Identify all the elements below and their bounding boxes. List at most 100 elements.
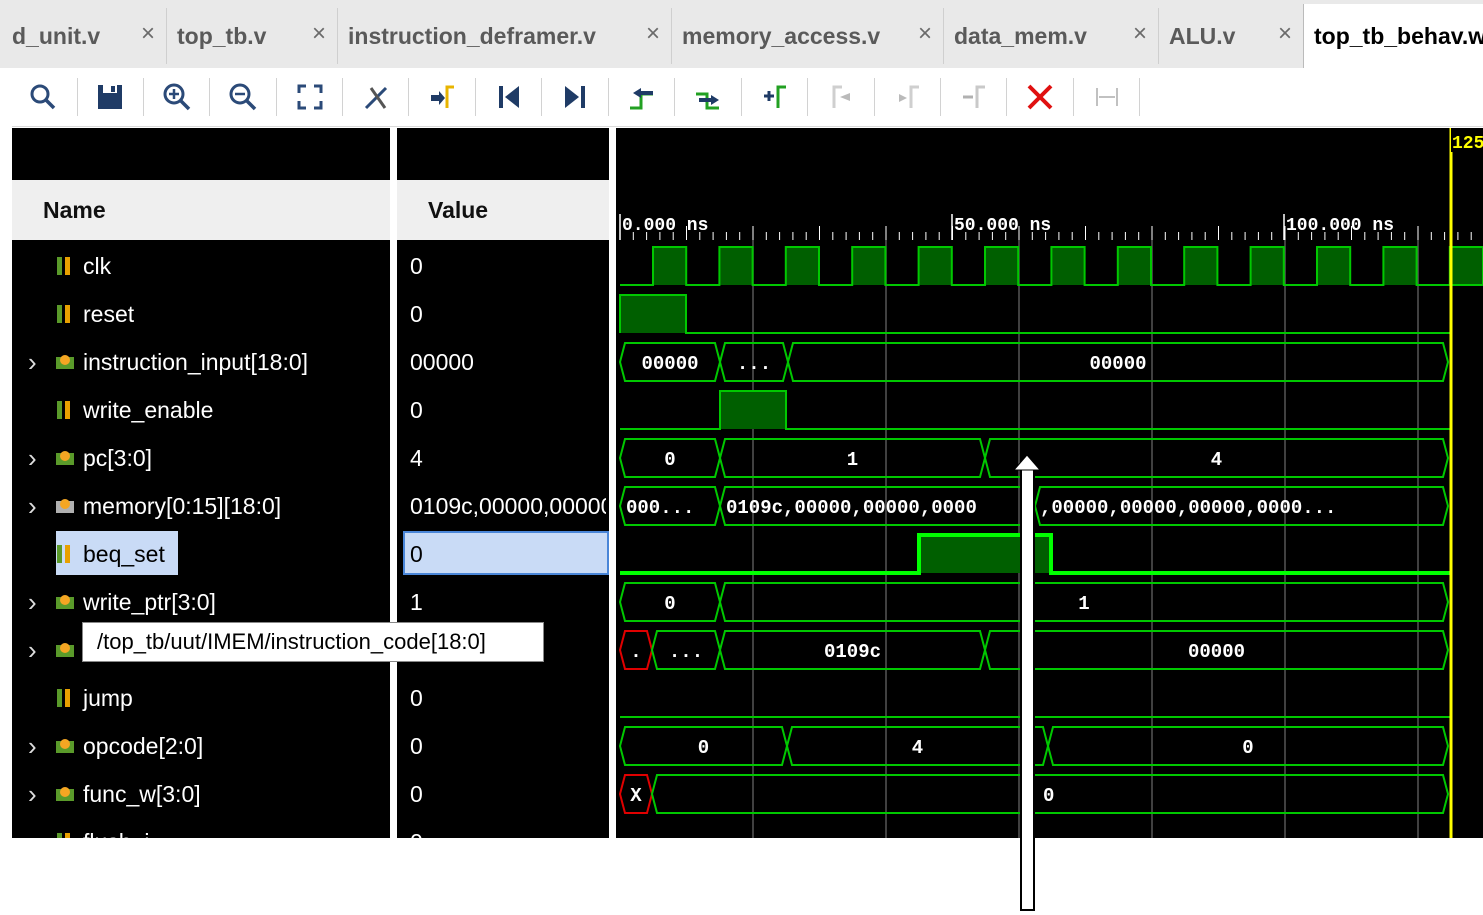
previous-marker-icon[interactable] <box>819 75 863 119</box>
signal-value: 0 <box>410 300 423 327</box>
signal-name: jump <box>83 684 133 711</box>
chevron-right-icon[interactable]: › <box>28 347 37 378</box>
close-icon[interactable]: × <box>646 20 660 48</box>
name-column-header[interactable]: Name <box>12 180 390 240</box>
bus-value-label: 4 <box>1211 449 1222 471</box>
bus-value-label: 0109c <box>824 641 881 663</box>
waveform-splitter[interactable] <box>609 128 616 838</box>
signal-name: clk <box>83 252 112 279</box>
bus-value-label: X <box>630 785 642 807</box>
chevron-right-icon[interactable]: › <box>28 779 37 810</box>
bus-value-label: 1 <box>1078 593 1089 615</box>
bus-value-label: 4 <box>912 737 923 759</box>
next-transition-icon[interactable] <box>686 75 730 119</box>
swap-cursors-icon[interactable] <box>952 75 996 119</box>
annotation-arrow-head <box>1012 454 1042 471</box>
previous-transition-icon[interactable] <box>620 75 664 119</box>
add-marker-icon[interactable] <box>753 75 797 119</box>
bus-icon <box>54 735 76 757</box>
signal-value: 0 <box>410 396 423 423</box>
bit-high-fill <box>1051 247 1085 285</box>
cursor-time-label: 125 <box>1452 134 1483 154</box>
signal-row[interactable]: › memory[0:15][18:0] 0109c,00000,00000 <box>0 484 609 528</box>
chevron-right-icon[interactable]: › <box>28 635 37 666</box>
close-icon[interactable]: × <box>141 20 155 48</box>
signal-name: write_enable <box>83 396 214 423</box>
bit-high-fill <box>1184 247 1218 285</box>
signal-name: reset <box>83 300 135 327</box>
signal-row[interactable]: reset 0 <box>0 292 609 336</box>
go-to-cursor-icon[interactable] <box>420 75 464 119</box>
annotation-arrow-shaft <box>1020 467 1035 838</box>
bus-value-label: 0 <box>1242 737 1253 759</box>
signal-row[interactable]: write_enable 0 <box>0 388 609 432</box>
time-label: 0.000 ns <box>622 216 708 236</box>
go-to-last-time-icon[interactable] <box>553 75 597 119</box>
waveform-canvas[interactable]: 0.000 ns 50.000 ns 100.000 ns 00000... 00000… <box>616 128 1483 838</box>
next-marker-icon[interactable] <box>886 75 930 119</box>
bit-high-fill <box>1383 247 1417 285</box>
waveform-toolbar <box>0 68 1483 127</box>
bit-icon <box>54 303 76 325</box>
marker-interval-icon[interactable] <box>1085 75 1129 119</box>
go-to-time-zero-icon[interactable] <box>487 75 531 119</box>
bit-high-fill <box>620 295 686 333</box>
bus-icon <box>54 351 76 373</box>
signal-row[interactable]: › write_ptr[3:0] 1 <box>0 580 609 624</box>
bus-value-label: 000... <box>626 497 694 519</box>
tab-data-mem[interactable]: data_mem.v × <box>943 8 1157 64</box>
array-icon <box>54 495 76 517</box>
bit-high-fill <box>1449 247 1483 285</box>
tab-instruction-deframer[interactable]: instruction_deframer.v × <box>337 8 670 64</box>
signal-name: opcode[2:0] <box>83 732 204 759</box>
signal-value: 00000 <box>410 348 474 375</box>
delete-markers-icon[interactable] <box>1018 75 1062 119</box>
bit-icon <box>54 399 76 421</box>
bus-value-label: 0 <box>664 449 675 471</box>
bit-icon <box>54 543 76 565</box>
search-icon[interactable] <box>21 75 65 119</box>
signal-value: 1 <box>410 588 423 615</box>
bottom-margin <box>0 838 1483 915</box>
zoom-in-icon[interactable] <box>155 75 199 119</box>
signal-value: 4 <box>410 444 423 471</box>
close-icon[interactable]: × <box>1133 20 1147 48</box>
signal-row[interactable]: beq_set 0 <box>0 532 609 576</box>
chevron-right-icon[interactable]: › <box>28 731 37 762</box>
chevron-right-icon[interactable]: › <box>28 491 37 522</box>
tab-top-tb[interactable]: top_tb.v × <box>166 8 336 64</box>
bus-value-label: . <box>630 641 641 663</box>
bus-value-label: 0109c,00000,00000,0000 <box>726 497 977 519</box>
zoom-fit-icon[interactable] <box>288 75 332 119</box>
bit-high-fill <box>918 247 952 285</box>
close-icon[interactable]: × <box>918 20 932 48</box>
annotation-arrow-shaft <box>1020 838 1035 911</box>
bit-high-fill <box>852 247 886 285</box>
close-icon[interactable]: × <box>1278 20 1292 48</box>
bit-high-fill <box>1250 247 1284 285</box>
signal-row[interactable]: clk 0 <box>0 244 609 288</box>
signal-value: 0109c,00000,00000 <box>410 492 606 519</box>
tab-d-unit[interactable]: d_unit.v × <box>0 8 165 64</box>
signal-row[interactable]: jump 0 <box>0 676 609 720</box>
zoom-out-icon[interactable] <box>221 75 265 119</box>
time-label: 100.000 ns <box>1286 216 1394 236</box>
tab-memory-access[interactable]: memory_access.v × <box>671 8 942 64</box>
chevron-right-icon[interactable]: › <box>28 587 37 618</box>
close-icon[interactable]: × <box>312 20 326 48</box>
time-label: 50.000 ns <box>954 216 1051 236</box>
value-column-header[interactable]: Value <box>397 180 609 240</box>
signal-row[interactable]: › pc[3:0] 4 <box>0 436 609 480</box>
signal-row[interactable]: › func_w[3:0] 0 <box>0 772 609 816</box>
signal-value: 0 <box>410 684 423 711</box>
save-icon[interactable] <box>88 75 132 119</box>
signal-row[interactable]: › opcode[2:0] 0 <box>0 724 609 768</box>
signal-row[interactable]: › instruction_input[18:0] 00000 <box>0 340 609 384</box>
bus-icon <box>54 447 76 469</box>
cursor-snap-icon[interactable] <box>354 75 398 119</box>
chevron-right-icon[interactable]: › <box>28 443 37 474</box>
bit-high-fill <box>1317 247 1351 285</box>
tab-top-tb-behav[interactable]: top_tb_behav.wcfg <box>1303 4 1483 68</box>
bus-icon <box>54 591 76 613</box>
tab-alu[interactable]: ALU.v × <box>1158 8 1302 64</box>
